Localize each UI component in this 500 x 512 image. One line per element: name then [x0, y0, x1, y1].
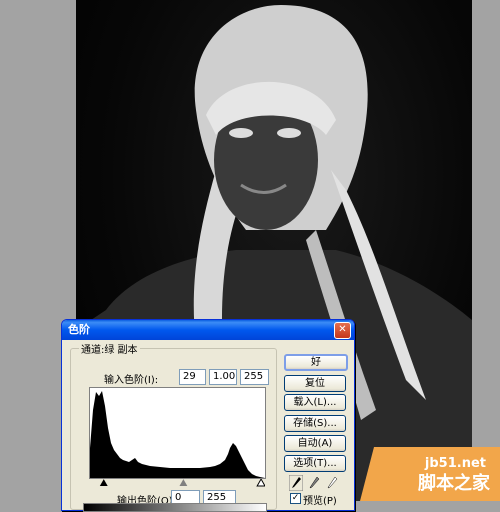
- input-black-slider[interactable]: [99, 479, 108, 486]
- eyedropper-gray-icon[interactable]: [307, 475, 321, 491]
- save-button[interactable]: 存储(S)...: [284, 415, 346, 432]
- histogram: [89, 387, 266, 479]
- input-white-field[interactable]: 255: [240, 369, 269, 385]
- ok-button[interactable]: 好: [284, 354, 348, 371]
- output-gradient-bar: [83, 503, 267, 512]
- levels-dialog: 色阶 ✕ 通道:绿 副本 输入色阶(I): 29 1.00 255 输出色阶(O…: [61, 319, 355, 512]
- input-black-field[interactable]: 29: [179, 369, 206, 385]
- eyedropper-black-icon[interactable]: [289, 475, 303, 491]
- input-gamma-field[interactable]: 1.00: [209, 369, 237, 385]
- close-icon[interactable]: ✕: [334, 322, 351, 339]
- histogram-graph: [90, 391, 265, 478]
- preview-label: 预览(P): [303, 496, 337, 507]
- options-button[interactable]: 选项(T)...: [284, 455, 346, 472]
- load-button[interactable]: 载入(L)...: [284, 394, 346, 411]
- eyedropper-white-icon[interactable]: [325, 475, 339, 491]
- reset-button[interactable]: 复位: [284, 375, 346, 392]
- input-slider-track[interactable]: [90, 479, 265, 487]
- dialog-title: 色阶: [68, 323, 90, 336]
- input-gamma-slider[interactable]: [179, 479, 188, 486]
- watermark: jb51.net 脚本之家: [360, 447, 500, 501]
- input-levels-label: 输入色阶(I):: [104, 375, 159, 386]
- preview-checkbox[interactable]: ✓: [290, 493, 301, 504]
- dialog-titlebar[interactable]: 色阶 ✕: [62, 320, 354, 340]
- auto-button[interactable]: 自动(A): [284, 435, 346, 452]
- channel-label: 通道:绿 副本: [79, 341, 140, 356]
- watermark-text: 脚本之家: [418, 473, 490, 494]
- input-white-slider[interactable]: [256, 479, 265, 487]
